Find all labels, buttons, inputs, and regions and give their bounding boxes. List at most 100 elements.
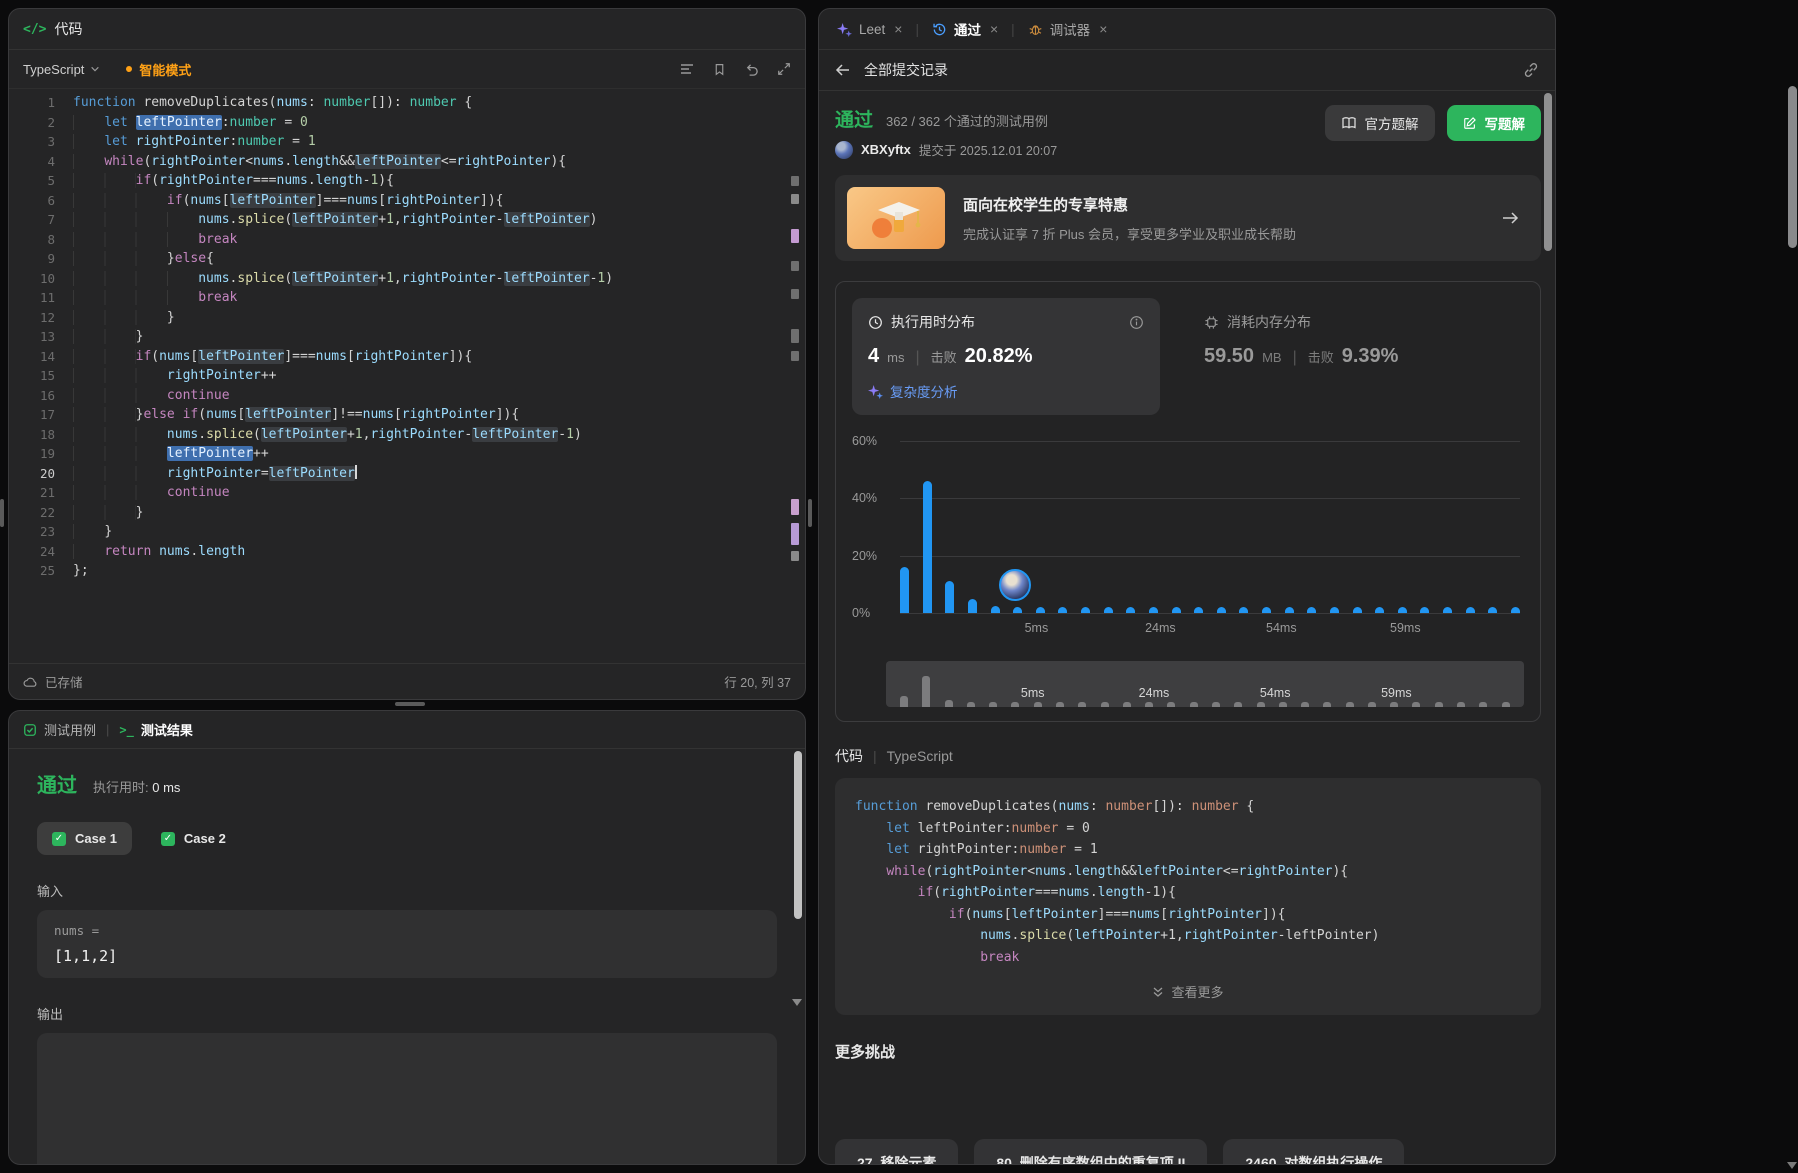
chart-bar[interactable] bbox=[1081, 607, 1090, 613]
code-line[interactable]: 19 leftPointer++ bbox=[9, 444, 791, 464]
arrow-right-icon[interactable] bbox=[1501, 211, 1519, 225]
code-editor-content[interactable]: 1function removeDuplicates(nums: number[… bbox=[9, 93, 791, 581]
close-icon[interactable]: × bbox=[990, 21, 998, 37]
student-promo-banner[interactable]: 面向在校学生的专享特惠 完成认证享 7 折 Plus 会员，享受更多学业及职业成… bbox=[835, 175, 1541, 261]
code-line[interactable]: 25}; bbox=[9, 561, 791, 581]
chart-bar[interactable] bbox=[1466, 607, 1475, 613]
input-value[interactable]: [1,1,2] bbox=[54, 947, 760, 965]
code-line[interactable]: 20 rightPointer=leftPointer bbox=[9, 464, 791, 484]
code-line[interactable]: 7 nums.splice(leftPointer+1,rightPointer… bbox=[9, 210, 791, 230]
chart-bar[interactable] bbox=[1443, 607, 1452, 613]
runtime-distribution-chart[interactable]: 60%40%20%0%5ms24ms54ms59ms bbox=[852, 441, 1524, 653]
chart-bar[interactable] bbox=[1239, 607, 1248, 613]
code-line[interactable]: 18 nums.splice(leftPointer+1,rightPointe… bbox=[9, 425, 791, 445]
chart-bar[interactable] bbox=[1172, 607, 1181, 613]
code-line[interactable]: 13 } bbox=[9, 327, 791, 347]
link-icon[interactable] bbox=[1523, 62, 1539, 78]
chart-bar[interactable] bbox=[1398, 607, 1407, 613]
code-line[interactable]: 23 } bbox=[9, 522, 791, 542]
code-line[interactable]: 3 let rightPointer:number = 1 bbox=[9, 132, 791, 152]
panel-resize-handle[interactable] bbox=[808, 499, 812, 527]
case-button[interactable]: ✓Case 1 bbox=[37, 822, 132, 855]
bookmark-icon[interactable] bbox=[713, 62, 726, 77]
official-solution-button[interactable]: 官方题解 bbox=[1325, 105, 1435, 141]
code-line[interactable]: 14 if(nums[leftPointer]===nums[rightPoin… bbox=[9, 347, 791, 367]
chart-minimap[interactable]: 5ms24ms54ms59ms bbox=[886, 661, 1524, 707]
code-line[interactable]: 6 if(nums[leftPointer]===nums[rightPoint… bbox=[9, 191, 791, 211]
code-line[interactable]: 24 return nums.length bbox=[9, 542, 791, 562]
code-line[interactable]: 5 if(rightPointer===nums.length-1){ bbox=[9, 171, 791, 191]
view-more-button[interactable]: 查看更多 bbox=[855, 982, 1521, 1001]
chart-bar[interactable] bbox=[923, 481, 932, 613]
chart-bar[interactable] bbox=[1149, 607, 1158, 613]
expand-icon[interactable] bbox=[777, 62, 791, 76]
code-line[interactable]: 16 continue bbox=[9, 386, 791, 406]
chart-bar[interactable] bbox=[968, 599, 977, 613]
undo-icon[interactable] bbox=[744, 62, 759, 77]
chart-bar[interactable] bbox=[1058, 607, 1067, 613]
challenge-chip[interactable]: 2460. 对数组执行操作 bbox=[1223, 1139, 1404, 1164]
testcase-scrollbar[interactable] bbox=[794, 751, 802, 919]
back-icon[interactable] bbox=[835, 63, 851, 77]
close-icon[interactable]: × bbox=[1099, 21, 1107, 37]
chart-bar[interactable] bbox=[900, 567, 909, 613]
format-icon[interactable] bbox=[679, 62, 695, 76]
code-line[interactable]: 10 nums.splice(leftPointer+1,rightPointe… bbox=[9, 269, 791, 289]
code-line[interactable]: 22 } bbox=[9, 503, 791, 523]
chart-bar[interactable] bbox=[945, 581, 954, 613]
case-button[interactable]: ✓Case 2 bbox=[146, 822, 241, 855]
close-icon[interactable]: × bbox=[894, 21, 902, 37]
code-line[interactable]: 17 }else if(nums[leftPointer]!==nums[rig… bbox=[9, 405, 791, 425]
chart-bar[interactable] bbox=[1217, 607, 1226, 613]
chart-bar[interactable] bbox=[1330, 607, 1339, 613]
scroll-down-icon[interactable] bbox=[792, 999, 802, 1006]
scroll-down-icon[interactable] bbox=[1787, 1162, 1797, 1169]
horizontal-resize-handle[interactable] bbox=[395, 702, 425, 706]
input-box[interactable]: nums = [1,1,2] bbox=[37, 910, 777, 978]
chart-bar[interactable] bbox=[1194, 607, 1203, 613]
memory-stat-card[interactable]: 消耗内存分布 59.50 MB | 击败 9.39% bbox=[1204, 298, 1398, 368]
submission-scrollbar[interactable] bbox=[1544, 93, 1552, 251]
left-edge-resize-handle[interactable] bbox=[0, 499, 4, 527]
code-line[interactable]: 2 let leftPointer:number = 0 bbox=[9, 113, 791, 133]
chart-bar[interactable] bbox=[1285, 607, 1294, 613]
smart-mode-toggle[interactable]: 智能模式 bbox=[126, 60, 191, 79]
write-solution-button[interactable]: 写题解 bbox=[1447, 105, 1542, 141]
chart-bar[interactable] bbox=[1013, 607, 1022, 613]
chart-bar[interactable] bbox=[1262, 607, 1271, 613]
code-line[interactable]: 4 while(rightPointer<nums.length&&leftPo… bbox=[9, 152, 791, 172]
code-line[interactable]: 1function removeDuplicates(nums: number[… bbox=[9, 93, 791, 113]
info-icon[interactable] bbox=[1129, 315, 1144, 330]
submitted-code[interactable]: function removeDuplicates(nums: number[]… bbox=[855, 796, 1521, 968]
chart-bar[interactable] bbox=[1420, 607, 1429, 613]
chart-bar[interactable] bbox=[1036, 607, 1045, 613]
challenge-chip[interactable]: 80. 删除有序数组中的重复项 II bbox=[974, 1139, 1207, 1164]
code-line[interactable]: 11 break bbox=[9, 288, 791, 308]
tab-通过[interactable]: 通过× bbox=[932, 19, 998, 39]
tab-test-cases[interactable]: 测试用例 bbox=[23, 720, 96, 739]
runtime-stat-card[interactable]: 执行用时分布 4 ms | 击败 20.82% bbox=[852, 298, 1160, 415]
user-avatar-marker[interactable] bbox=[999, 569, 1031, 601]
page-scrollbar-thumb[interactable] bbox=[1788, 86, 1797, 248]
chart-bar[interactable] bbox=[1307, 607, 1316, 613]
code-line[interactable]: 21 continue bbox=[9, 483, 791, 503]
code-line[interactable]: 8 break bbox=[9, 230, 791, 250]
language-selector[interactable]: TypeScript bbox=[23, 62, 100, 77]
code-line[interactable]: 12 } bbox=[9, 308, 791, 328]
code-line[interactable]: 15 rightPointer++ bbox=[9, 366, 791, 386]
chart-bar[interactable] bbox=[1375, 607, 1384, 613]
tab-Leet[interactable]: Leet× bbox=[837, 21, 902, 37]
complexity-analysis-link[interactable]: 复杂度分析 bbox=[868, 381, 1144, 401]
chart-bar[interactable] bbox=[1511, 607, 1520, 613]
code-line[interactable]: 9 }else{ bbox=[9, 249, 791, 269]
page-scrollbar[interactable] bbox=[1787, 0, 1797, 1173]
chart-bar[interactable] bbox=[1126, 607, 1135, 613]
challenge-chip[interactable]: 27. 移除元素 bbox=[835, 1139, 958, 1164]
tab-调试器[interactable]: 调试器× bbox=[1028, 19, 1108, 39]
cursor-position[interactable]: 行 20, 列 37 bbox=[724, 672, 791, 691]
tab-test-results[interactable]: >_ 测试结果 bbox=[119, 720, 192, 739]
chart-bar[interactable] bbox=[1353, 607, 1362, 613]
chart-bar[interactable] bbox=[1488, 607, 1497, 613]
chart-bar[interactable] bbox=[1104, 607, 1113, 613]
chart-bar[interactable] bbox=[991, 606, 1000, 613]
